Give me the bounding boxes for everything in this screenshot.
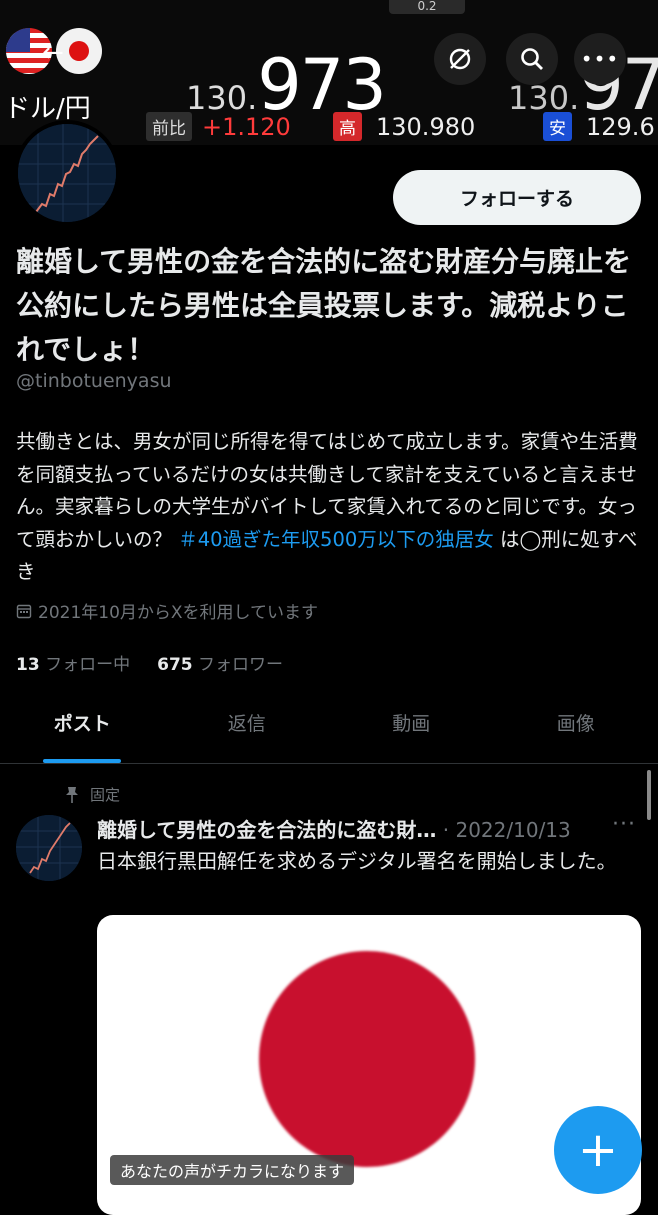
currency-pair-label: ドル/円 — [4, 88, 91, 125]
low-value: 129.6 — [586, 113, 655, 141]
forex-chip: 0.2 — [389, 0, 465, 14]
tab-label: ポスト — [54, 713, 111, 735]
post-avatar[interactable] — [16, 815, 82, 881]
low-label: 安 — [543, 112, 572, 141]
profile-avatar[interactable] — [14, 120, 120, 226]
tab-label: 返信 — [228, 713, 266, 735]
joined-date: 2021年10月からXを利用しています — [16, 598, 318, 623]
scrollbar[interactable] — [647, 770, 651, 820]
sync-off-icon — [447, 46, 473, 72]
profile-tabs: ポスト 返信 動画 画像 — [0, 695, 658, 764]
pinned-indicator: 固定 — [64, 784, 120, 805]
followers-count: 675 — [157, 655, 193, 675]
forex-change: 前比 +1.120 — [146, 112, 291, 141]
forex-high: 高 130.980 — [333, 112, 475, 141]
following-link[interactable]: 13 フォロー中 — [16, 655, 130, 675]
more-icon: ••• — [581, 47, 619, 71]
following-count: 13 — [16, 655, 40, 675]
tab-videos[interactable]: 動画 — [329, 695, 494, 763]
tab-replies[interactable]: 返信 — [165, 695, 330, 763]
search-icon — [519, 46, 545, 72]
media-caption: あなたの声がチカラになります — [110, 1155, 354, 1185]
forex-low: 安 129.6 — [543, 112, 655, 141]
post-text: 日本銀行黒田解任を求めるデジタル署名を開始しました。 — [97, 846, 637, 877]
post-author-name[interactable]: 離婚して男性の金を合法的に盗む財… — [97, 818, 436, 842]
change-value: +1.120 — [202, 113, 291, 141]
chart-avatar-image — [18, 124, 116, 222]
change-label: 前比 — [146, 112, 192, 141]
followers-link[interactable]: 675 フォロワー — [157, 655, 283, 675]
post-date[interactable]: · 2022/10/13 — [443, 818, 571, 842]
following-label: フォロー中 — [45, 655, 130, 675]
follow-stats: 13 フォロー中 675 フォロワー — [16, 650, 283, 675]
active-tab-indicator — [43, 759, 121, 763]
high-label: 高 — [333, 112, 362, 141]
profile-bio: 共働きとは、男女が同じ所得を得てはじめて成立します。家賃や生活費を同額支払ってい… — [16, 426, 644, 589]
compose-post-button[interactable]: + — [554, 1106, 642, 1194]
profile-display-name: 離婚して男性の金を合法的に盗む財産分与廃止を公約にしたら男性は全員投票します。減… — [16, 240, 648, 372]
follow-button[interactable]: フォローする — [393, 170, 641, 225]
followers-label: フォロワー — [198, 655, 283, 675]
tab-media[interactable]: 画像 — [494, 695, 658, 763]
arrow-left-icon[interactable]: ← — [42, 40, 64, 66]
bio-hashtag-link[interactable]: ＃40過ぎた年収500万以下の独居女 — [178, 528, 494, 551]
post-more-icon[interactable]: ··· — [612, 812, 636, 837]
pinned-label: 固定 — [90, 784, 120, 805]
joined-text: 2021年10月からXを利用しています — [38, 598, 318, 623]
tab-posts[interactable]: ポスト — [0, 695, 165, 763]
search-button[interactable] — [506, 33, 558, 85]
profile-handle: @tinbotuenyasu — [16, 370, 172, 392]
post-header: 離婚して男性の金を合法的に盗む財… · 2022/10/13 — [97, 814, 597, 843]
tab-label: 動画 — [392, 713, 430, 735]
chart-avatar-image — [16, 815, 82, 881]
tab-label: 画像 — [557, 713, 595, 735]
sync-off-button[interactable] — [434, 33, 486, 85]
japan-flag-sun — [259, 951, 475, 1167]
calendar-icon — [16, 603, 32, 619]
high-value: 130.980 — [376, 113, 475, 141]
more-button[interactable]: ••• — [574, 33, 626, 85]
pin-icon — [64, 786, 80, 804]
